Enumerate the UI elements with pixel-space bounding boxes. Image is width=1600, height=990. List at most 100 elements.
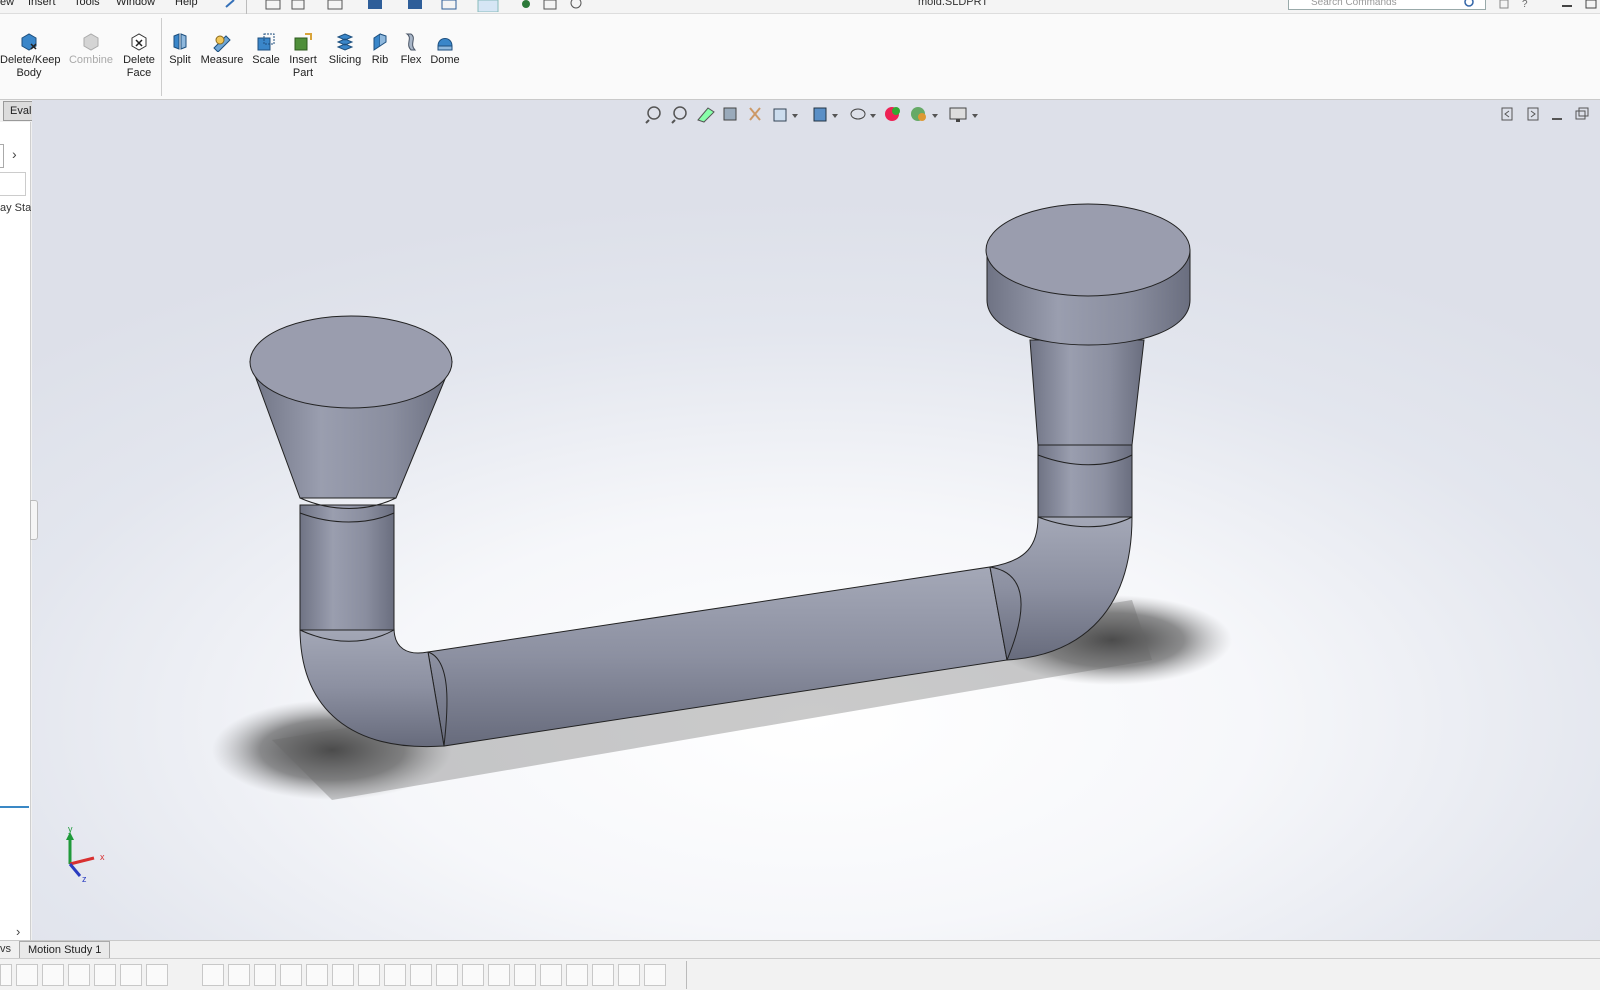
left-vertical-pipe[interactable] <box>299 504 395 631</box>
right-cylinder-top[interactable] <box>985 203 1191 297</box>
panel-filter-box[interactable] <box>0 172 26 196</box>
delete-face-button[interactable]: Delete Face <box>118 32 160 80</box>
y-axis-label: y <box>68 824 73 834</box>
right-taper[interactable] <box>1029 339 1145 446</box>
section-view-icon[interactable] <box>723 107 737 121</box>
window-controls[interactable]: ? <box>1496 0 1600 12</box>
tool-icon[interactable] <box>436 964 458 986</box>
delete-keep-body-button[interactable]: Delete/Keep Body <box>0 32 61 80</box>
menu-tools[interactable]: Tools <box>74 0 100 8</box>
viewport-controls[interactable] <box>1500 106 1590 122</box>
tool-icon[interactable] <box>540 964 562 986</box>
zoom-area-icon[interactable] <box>671 106 687 124</box>
tool-icon[interactable] <box>94 964 116 986</box>
delete-face-label: Delete <box>123 54 155 66</box>
scale-label: Scale <box>252 54 280 66</box>
tool-icon[interactable] <box>618 964 640 986</box>
display-style-icon[interactable] <box>813 107 838 122</box>
menu-view[interactable]: ew <box>0 0 14 8</box>
tool-icon[interactable] <box>146 964 168 986</box>
zoom-to-fit-icon[interactable] <box>645 106 661 124</box>
measure-button[interactable]: Measure <box>198 32 246 67</box>
tool-icon[interactable] <box>488 964 510 986</box>
tool-icon[interactable] <box>410 964 432 986</box>
tool-icon[interactable] <box>254 964 276 986</box>
3d-model-part[interactable] <box>32 100 1600 940</box>
panel-tab-box[interactable] <box>0 144 4 168</box>
z-axis-label: z <box>82 874 87 884</box>
minimize-icon[interactable] <box>1552 118 1562 120</box>
bottom-toolbar <box>0 958 1600 990</box>
reference-triad: y x z <box>66 824 105 884</box>
flex-label: Flex <box>400 54 422 66</box>
collapse-right-icon[interactable] <box>1527 107 1539 121</box>
search-input[interactable]: Search Commands <box>1288 0 1486 10</box>
tool-icon[interactable] <box>16 964 38 986</box>
rib-label: Rib <box>371 54 389 66</box>
insert-part-button[interactable]: Insert Part <box>286 32 320 80</box>
insert-part-icon <box>294 33 312 51</box>
slicing-button[interactable]: Slicing <box>326 32 364 67</box>
heads-up-view-toolbar[interactable] <box>644 104 1004 126</box>
tool-icon[interactable] <box>384 964 406 986</box>
chevron-right-icon[interactable]: › <box>12 146 17 162</box>
tool-icon[interactable] <box>306 964 328 986</box>
menu-window[interactable]: Window <box>116 0 155 8</box>
rib-button[interactable]: Rib <box>368 32 392 67</box>
tool-icon[interactable] <box>0 964 12 986</box>
left-funnel-top[interactable] <box>249 315 453 409</box>
previous-view-icon[interactable] <box>697 107 715 123</box>
scale-button[interactable]: Scale <box>250 32 282 67</box>
view-settings-icon[interactable] <box>949 107 978 122</box>
flex-button[interactable]: Flex <box>398 32 424 67</box>
menu-insert[interactable]: Insert <box>28 0 56 8</box>
collapse-left-icon[interactable] <box>1501 107 1513 121</box>
tool-icon[interactable] <box>358 964 380 986</box>
delete-face-icon <box>131 33 147 51</box>
hide-show-items-icon[interactable] <box>850 108 876 120</box>
quick-access-toolbar[interactable] <box>264 0 604 12</box>
tool-icon[interactable] <box>332 964 354 986</box>
tool-icon-disabled <box>172 964 194 986</box>
tool-icon[interactable] <box>120 964 142 986</box>
search-icon[interactable] <box>1460 0 1480 10</box>
combine-button[interactable]: Combine <box>66 32 116 67</box>
tool-icon[interactable] <box>228 964 250 986</box>
split-label: Split <box>169 54 191 66</box>
graphics-area[interactable]: y x z <box>32 100 1600 940</box>
tool-icon[interactable] <box>514 964 536 986</box>
panel-resize-handle[interactable] <box>30 500 38 540</box>
tool-icon[interactable] <box>462 964 484 986</box>
restore-icon[interactable] <box>1575 107 1589 120</box>
x-axis-icon <box>69 856 95 866</box>
apply-scene-icon[interactable] <box>911 107 938 121</box>
view-orientation-icon[interactable] <box>773 108 798 122</box>
insert-part-label: Insert <box>289 54 317 66</box>
tool-icon[interactable] <box>280 964 302 986</box>
tool-icon[interactable] <box>566 964 588 986</box>
tool-icon[interactable] <box>202 964 224 986</box>
slicing-label: Slicing <box>328 54 362 66</box>
tool-icon[interactable] <box>592 964 614 986</box>
right-vertical-pipe[interactable] <box>1037 444 1133 518</box>
expand-arrow-icon[interactable]: › <box>16 924 20 939</box>
tab-motion-study[interactable]: Motion Study 1 <box>19 941 111 958</box>
rib-icon <box>373 33 387 51</box>
tab-model-views[interactable]: vs <box>0 943 11 955</box>
flex-icon <box>405 33 417 51</box>
tool-icon[interactable] <box>68 964 90 986</box>
ribbon-separator <box>161 18 162 96</box>
tool-icon[interactable] <box>42 964 64 986</box>
tool-icon[interactable] <box>644 964 666 986</box>
dynamic-annotation-icon[interactable] <box>749 107 761 121</box>
dome-button[interactable]: Dome <box>428 32 462 67</box>
split-button[interactable]: Split <box>166 32 194 67</box>
pin-icon[interactable] <box>224 0 236 8</box>
measure-icon <box>213 35 231 52</box>
edit-appearance-icon[interactable] <box>885 107 900 121</box>
delete-keep-body-icon <box>21 33 37 51</box>
z-axis-icon <box>68 863 82 877</box>
menu-help[interactable]: Help <box>175 0 198 8</box>
insert-part-label2: Part <box>292 67 314 79</box>
measure-label: Measure <box>200 54 244 66</box>
